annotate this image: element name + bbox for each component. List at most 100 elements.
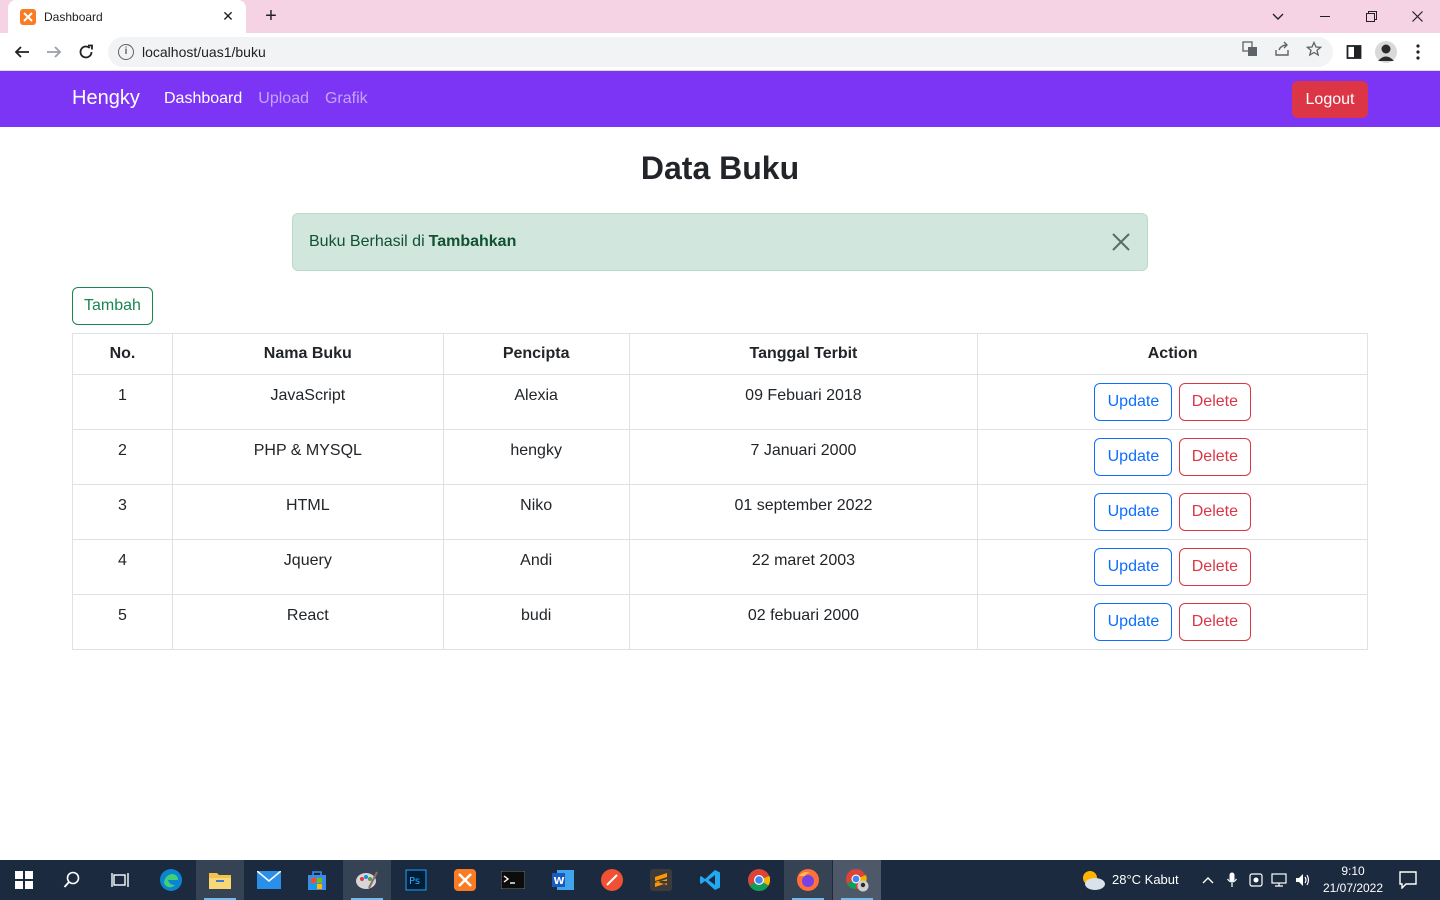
search-icon[interactable] <box>58 866 86 894</box>
cell-pencipta: Andi <box>442 539 630 595</box>
table-row: 2 PHP & MYSQL hengky 7 Januari 2000 Upda… <box>72 429 1368 485</box>
bookmark-star-icon[interactable] <box>1305 40 1323 58</box>
close-window-button[interactable] <box>1394 0 1440 33</box>
alert-text: Buku Berhasil di <box>309 233 425 250</box>
delete-button[interactable]: Delete <box>1178 438 1251 476</box>
word-icon[interactable]: W <box>549 866 577 894</box>
alert-bold-text: Tambahkan <box>428 233 517 250</box>
svg-text:Ps: Ps <box>409 876 420 887</box>
taskbar-clock[interactable]: 9:10 21/07/2022 <box>1318 863 1388 897</box>
nav-link-dashboard[interactable]: Dashboard <box>164 90 242 108</box>
notification-center-icon[interactable] <box>1394 866 1422 894</box>
cell-nama-buku: Jquery <box>171 539 444 595</box>
cell-no: 5 <box>72 594 173 650</box>
sublime-text-icon[interactable] <box>647 866 675 894</box>
reload-icon[interactable] <box>71 37 101 67</box>
alert-close-icon[interactable] <box>1109 230 1133 254</box>
header-nama-buku: Nama Buku <box>171 333 444 375</box>
cell-pencipta: Alexia <box>442 374 630 430</box>
cell-action: Update Delete <box>977 484 1368 540</box>
delete-button[interactable]: Delete <box>1178 383 1251 421</box>
update-button[interactable]: Update <box>1094 493 1173 531</box>
update-button[interactable]: Update <box>1094 603 1173 641</box>
forward-arrow-icon[interactable] <box>39 37 69 67</box>
side-panel-icon[interactable] <box>1344 42 1364 62</box>
terminal-icon[interactable] <box>499 866 527 894</box>
profile-avatar[interactable] <box>1375 41 1397 63</box>
git-app-icon[interactable] <box>598 866 626 894</box>
cell-action: Update Delete <box>977 594 1368 650</box>
cell-nama-buku: JavaScript <box>171 374 444 430</box>
cell-tanggal-terbit: 02 febuari 2000 <box>628 594 979 650</box>
windows-start-icon[interactable] <box>10 866 38 894</box>
edge-icon[interactable] <box>157 866 185 894</box>
vscode-icon[interactable] <box>696 866 724 894</box>
file-explorer-icon[interactable] <box>206 866 234 894</box>
update-button[interactable]: Update <box>1094 438 1173 476</box>
chrome-icon[interactable] <box>745 866 773 894</box>
delete-button[interactable]: Delete <box>1178 603 1251 641</box>
restore-button[interactable] <box>1348 0 1394 33</box>
header-no: No. <box>72 333 173 375</box>
browser-toolbar: i localhost/uas1/buku <box>0 33 1440 71</box>
update-button[interactable]: Update <box>1094 383 1173 421</box>
success-alert: Buku Berhasil di Tambahkan <box>292 213 1148 271</box>
navbar-brand[interactable]: Hengky <box>72 87 140 110</box>
firefox-icon[interactable] <box>794 866 822 894</box>
task-view-icon[interactable] <box>106 866 134 894</box>
clock-date: 21/07/2022 <box>1322 881 1384 895</box>
table-row: 1 JavaScript Alexia 09 Febuari 2018 Upda… <box>72 374 1368 430</box>
browser-menu-icon[interactable] <box>1408 42 1428 62</box>
weather-cloud-icon[interactable] <box>1079 866 1107 894</box>
cell-no: 2 <box>72 429 173 485</box>
microsoft-store-icon[interactable] <box>303 866 331 894</box>
mail-icon[interactable] <box>255 866 283 894</box>
xampp-icon[interactable] <box>451 866 479 894</box>
cell-nama-buku: HTML <box>171 484 444 540</box>
delete-button[interactable]: Delete <box>1178 548 1251 586</box>
books-table: No. Nama Buku Pencipta Tanggal Terbit Ac… <box>72 333 1368 650</box>
back-arrow-icon[interactable] <box>7 37 37 67</box>
minimize-button[interactable] <box>1302 0 1348 33</box>
paint-icon[interactable] <box>353 866 381 894</box>
cell-no: 1 <box>72 374 173 430</box>
volume-icon[interactable] <box>1291 866 1315 894</box>
show-hidden-icons-chevron-icon[interactable] <box>1196 866 1220 894</box>
share-icon[interactable] <box>1273 40 1291 58</box>
cell-pencipta: Niko <box>442 484 630 540</box>
cell-pencipta: hengky <box>442 429 630 485</box>
clock-time: 9:10 <box>1341 864 1365 878</box>
logout-button[interactable]: Logout <box>1292 81 1368 118</box>
new-tab-button[interactable]: + <box>260 5 282 27</box>
browser-tab-dashboard[interactable]: Dashboard ✕ <box>8 0 246 33</box>
nav-link-grafik[interactable]: Grafik <box>325 90 368 108</box>
browser-tabstrip: Dashboard ✕ + <box>0 0 1440 33</box>
microphone-icon[interactable] <box>1220 866 1244 894</box>
header-action: Action <box>977 333 1368 375</box>
tab-close-icon[interactable]: ✕ <box>220 8 236 25</box>
site-navbar: Hengky Dashboard Upload Grafik Logout <box>0 71 1440 127</box>
windows-taskbar: Ps W 28°C Kabut 9:10 21/07/2022 <box>0 860 1440 900</box>
header-tanggal-terbit: Tanggal Terbit <box>628 333 979 375</box>
delete-button[interactable]: Delete <box>1178 493 1251 531</box>
nav-link-upload[interactable]: Upload <box>258 90 309 108</box>
photoshop-icon[interactable]: Ps <box>402 866 430 894</box>
tab-search-chevron-icon[interactable] <box>1255 0 1301 33</box>
table-row: 3 HTML Niko 01 september 2022 Update Del… <box>72 484 1368 540</box>
add-book-button[interactable]: Tambah <box>72 287 153 325</box>
cell-tanggal-terbit: 09 Febuari 2018 <box>628 374 979 430</box>
address-bar[interactable]: i localhost/uas1/buku <box>108 37 1333 67</box>
translate-icon[interactable] <box>1241 40 1259 58</box>
chrome-profile-icon[interactable] <box>843 866 871 894</box>
camera-privacy-icon[interactable] <box>1244 866 1268 894</box>
network-icon[interactable] <box>1267 866 1291 894</box>
address-url: localhost/uas1/buku <box>142 44 266 60</box>
cell-tanggal-terbit: 01 september 2022 <box>628 484 979 540</box>
xampp-favicon-icon <box>20 8 36 25</box>
page-title: Data Buku <box>640 150 800 186</box>
cell-action: Update Delete <box>977 539 1368 595</box>
cell-no: 4 <box>72 539 173 595</box>
update-button[interactable]: Update <box>1094 548 1173 586</box>
site-info-icon[interactable]: i <box>118 44 134 60</box>
table-row: 5 React budi 02 febuari 2000 Update Dele… <box>72 594 1368 650</box>
